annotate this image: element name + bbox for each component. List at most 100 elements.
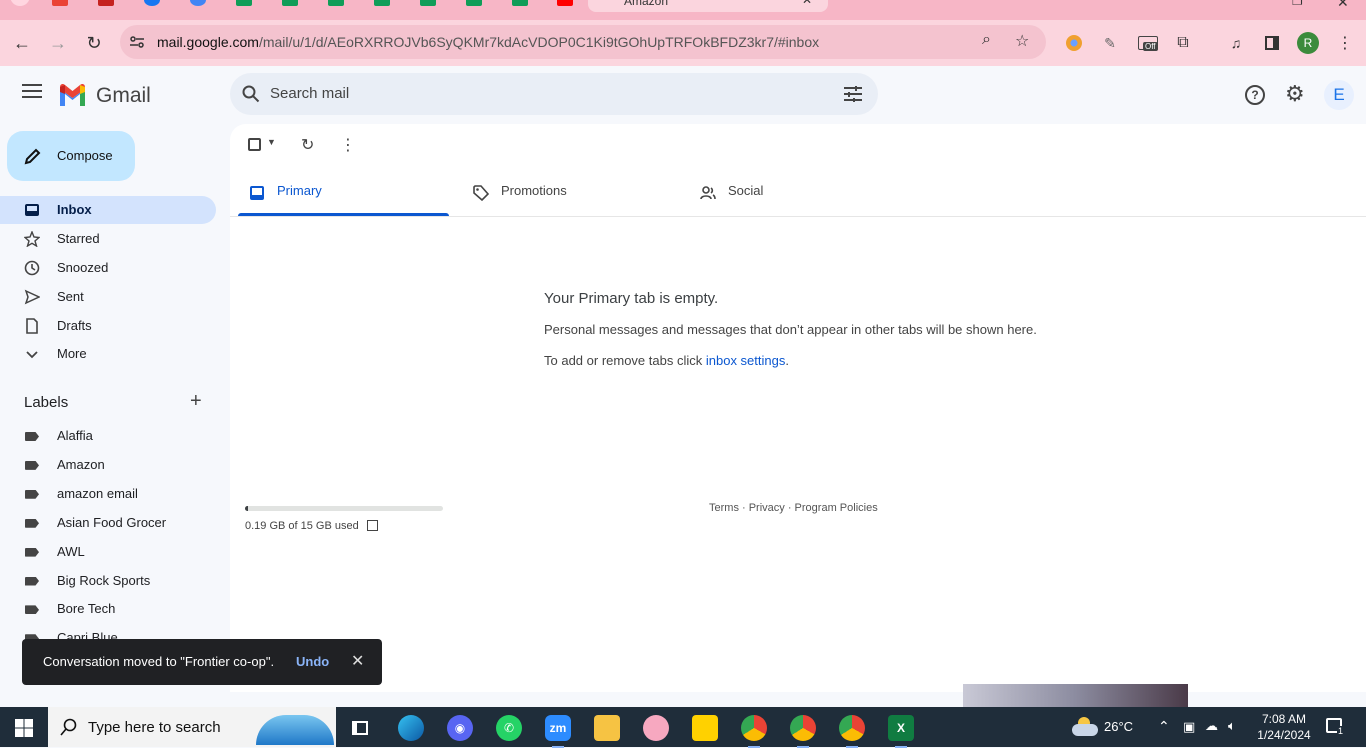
extension-icon[interactable] bbox=[1064, 33, 1084, 53]
task-view-icon[interactable] bbox=[347, 715, 373, 741]
network-icon[interactable]: ☁ bbox=[1205, 718, 1218, 734]
back-button[interactable]: ← bbox=[9, 30, 35, 56]
label-item[interactable]: AWL bbox=[0, 538, 216, 566]
close-icon[interactable]: ✕ bbox=[351, 651, 364, 671]
notifications-icon[interactable]: 1 bbox=[1326, 718, 1345, 736]
tab-icon[interactable] bbox=[190, 0, 206, 6]
media-control-icon[interactable]: ♫ bbox=[1226, 33, 1246, 53]
youtube-tab-icon[interactable] bbox=[557, 0, 573, 6]
search-input[interactable]: Search mail bbox=[270, 85, 349, 102]
gmail-tab-icon[interactable] bbox=[98, 0, 114, 6]
sheets-tab-icon[interactable] bbox=[328, 0, 344, 6]
chrome-menu-icon[interactable]: ⋮ bbox=[1335, 33, 1355, 53]
label-item[interactable]: Big Rock Sports bbox=[0, 567, 216, 595]
sheets-tab-icon[interactable] bbox=[282, 0, 298, 6]
label-tag-icon bbox=[25, 432, 39, 441]
taskbar-search-input[interactable]: Type here to search bbox=[88, 719, 221, 736]
support-icon[interactable]: ? bbox=[1245, 85, 1265, 105]
sidebar-item-sent[interactable]: Sent bbox=[0, 283, 216, 311]
sidebar-item-label: Drafts bbox=[57, 318, 92, 333]
search-icon[interactable] bbox=[242, 85, 260, 103]
compose-button[interactable]: Compose bbox=[7, 131, 135, 181]
paint-icon[interactable] bbox=[643, 715, 669, 741]
label-item[interactable]: Alaffia bbox=[0, 422, 216, 450]
close-window-icon[interactable]: ✕ bbox=[1337, 0, 1349, 11]
windows-start-icon[interactable] bbox=[15, 719, 33, 737]
chrome-icon[interactable] bbox=[839, 715, 865, 748]
sticky-notes-icon[interactable] bbox=[692, 715, 718, 741]
sidebar-item-snoozed[interactable]: Snoozed bbox=[0, 254, 216, 282]
undo-button[interactable]: Undo bbox=[296, 654, 329, 669]
sidebar-item-more[interactable]: More bbox=[0, 340, 216, 368]
meet-now-icon[interactable]: ▣ bbox=[1183, 719, 1195, 735]
tab-primary[interactable]: Primary bbox=[238, 172, 449, 216]
clock[interactable]: 7:08 AM 1/24/2024 bbox=[1255, 711, 1313, 743]
sheets-tab-icon[interactable] bbox=[236, 0, 252, 6]
hidden-icons-chevron-icon[interactable]: ⌃ bbox=[1158, 718, 1170, 735]
side-panel-icon[interactable] bbox=[1262, 33, 1282, 53]
file-explorer-icon[interactable] bbox=[594, 715, 620, 741]
label-name: Alaffia bbox=[57, 428, 93, 443]
label-name: Bore Tech bbox=[57, 601, 116, 617]
more-actions-icon[interactable]: ⋮ bbox=[340, 135, 356, 155]
sheets-tab-icon[interactable] bbox=[374, 0, 390, 6]
sidebar-item-drafts[interactable]: Drafts bbox=[0, 312, 216, 340]
chrome-icon[interactable] bbox=[741, 715, 767, 748]
open-external-icon[interactable] bbox=[366, 520, 378, 531]
gmail-tab-icon[interactable] bbox=[52, 0, 68, 6]
main-menu-icon[interactable] bbox=[22, 84, 42, 98]
gmail-logo-icon[interactable] bbox=[58, 84, 87, 106]
chrome-icon[interactable] bbox=[790, 715, 816, 748]
extension-off-icon[interactable]: Off bbox=[1138, 33, 1158, 53]
tab-promotions[interactable]: Promotions bbox=[462, 172, 673, 216]
sidebar-item-label: More bbox=[57, 346, 87, 361]
weather-temperature[interactable]: 26°C bbox=[1104, 719, 1133, 734]
select-checkbox[interactable] bbox=[248, 138, 261, 151]
storage-text[interactable]: 0.19 GB of 15 GB used bbox=[245, 520, 378, 532]
extension-icon[interactable]: ✎ bbox=[1100, 33, 1120, 53]
volume-icon[interactable]: 🔈︎ bbox=[1228, 718, 1236, 734]
zoom-icon[interactable]: ⌕ bbox=[982, 31, 991, 49]
active-tab[interactable]: Amazon ✕ bbox=[588, 0, 828, 12]
label-item[interactable]: Asian Food Grocer bbox=[0, 509, 216, 537]
label-tag-icon bbox=[25, 547, 39, 557]
refresh-icon[interactable]: ↻ bbox=[301, 135, 314, 155]
sheets-tab-icon[interactable] bbox=[420, 0, 436, 6]
label-item[interactable]: Bore Tech bbox=[0, 595, 216, 623]
sidebar-item-starred[interactable]: Starred bbox=[0, 225, 216, 253]
zoom-icon[interactable]: zm bbox=[545, 715, 571, 748]
add-label-icon[interactable]: + bbox=[190, 390, 202, 413]
inbox-settings-link[interactable]: inbox settings bbox=[706, 353, 786, 368]
label-item[interactable]: Amazon bbox=[0, 451, 216, 479]
sheets-tab-icon[interactable] bbox=[512, 0, 528, 6]
footer-links[interactable]: Terms · Privacy · Program Policies bbox=[709, 502, 878, 514]
search-options-icon[interactable] bbox=[844, 86, 862, 102]
edge-icon[interactable] bbox=[398, 715, 424, 741]
address-bar[interactable]: mail.google.com/mail/u/1/d/AEoRXRROJVb6S… bbox=[120, 25, 1046, 59]
sidebar-item-inbox[interactable]: Inbox bbox=[0, 196, 216, 224]
weather-icon[interactable] bbox=[1072, 717, 1098, 737]
reload-button[interactable]: ↻ bbox=[81, 30, 107, 56]
label-item[interactable]: amazon email bbox=[0, 480, 216, 508]
profile-avatar[interactable]: R bbox=[1297, 32, 1319, 54]
sheets-tab-icon[interactable] bbox=[466, 0, 482, 6]
close-tab-icon[interactable]: ✕ bbox=[802, 0, 812, 7]
bookmark-star-icon[interactable]: ☆ bbox=[1015, 31, 1029, 51]
search-bar[interactable]: Search mail bbox=[230, 73, 878, 115]
tab-favicon[interactable] bbox=[10, 0, 30, 6]
select-dropdown-icon[interactable]: ▼ bbox=[267, 137, 276, 147]
discord-icon[interactable]: ◉ bbox=[447, 715, 473, 741]
taskbar-search[interactable]: Type here to search bbox=[48, 707, 336, 747]
forward-button[interactable]: → bbox=[45, 30, 71, 56]
whatsapp-icon[interactable]: ✆ bbox=[496, 715, 522, 741]
video-thumbnail[interactable] bbox=[963, 684, 1188, 707]
tab-social[interactable]: Social bbox=[689, 172, 900, 216]
account-avatar[interactable]: E bbox=[1324, 80, 1354, 110]
facebook-tab-icon[interactable] bbox=[144, 0, 160, 6]
settings-gear-icon[interactable]: ⚙ bbox=[1285, 81, 1305, 107]
restore-window-icon[interactable]: ❐ bbox=[1292, 0, 1303, 8]
site-info-icon[interactable] bbox=[129, 35, 145, 49]
label-name: Asian Food Grocer bbox=[57, 514, 167, 530]
extensions-puzzle-icon[interactable]: ⧉ bbox=[1173, 33, 1193, 53]
excel-icon[interactable]: X bbox=[888, 715, 914, 748]
